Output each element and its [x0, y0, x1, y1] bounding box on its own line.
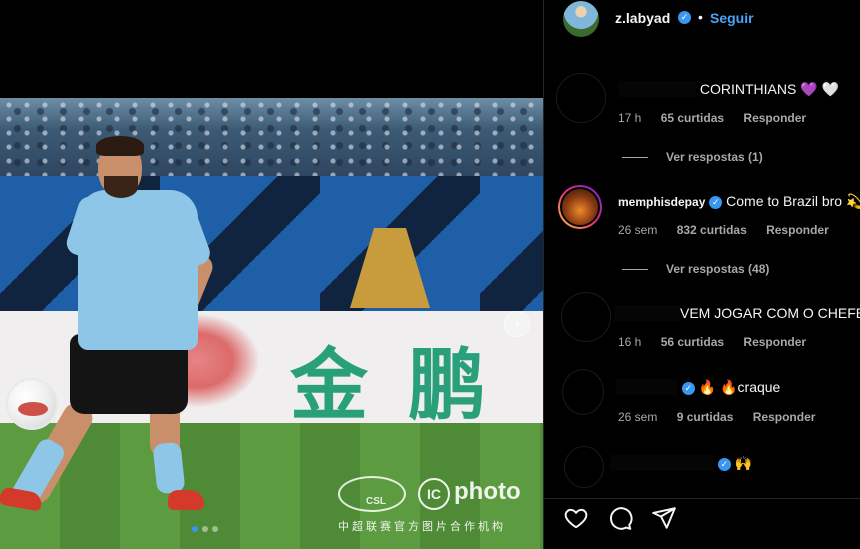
csl-logo: CSL: [338, 476, 406, 512]
watermark-photo-text: photo: [454, 478, 521, 505]
chevron-right-icon: ›: [514, 315, 520, 332]
reply-button[interactable]: Responder: [743, 111, 806, 125]
carousel-dot[interactable]: [202, 526, 208, 532]
paper-plane-icon[interactable]: [651, 505, 677, 531]
comment-likes[interactable]: 9 curtidas: [677, 410, 734, 424]
avatar[interactable]: [558, 185, 602, 229]
comment-text: 🙌: [734, 455, 753, 471]
comments-panel: z.labyad ✓ • Seguir CORINTHIANS 💜 🤍 17 h…: [543, 0, 860, 549]
view-replies-button[interactable]: Ver respostas (1): [622, 150, 763, 164]
verified-badge-icon: ✓: [717, 457, 731, 471]
watermark-caption: 中超联赛官方图片合作机构: [338, 521, 506, 533]
ic-logo: IC: [418, 478, 450, 510]
avatar[interactable]: [564, 446, 604, 488]
reply-button[interactable]: Responder: [743, 335, 806, 349]
comment-likes[interactable]: 65 curtidas: [661, 111, 724, 125]
comment-username[interactable]: memphisdepay: [618, 195, 705, 209]
carousel-dots: [192, 526, 218, 532]
redacted-username: [614, 305, 680, 321]
reply-button[interactable]: Responder: [766, 223, 829, 237]
redacted-username: [616, 379, 678, 395]
comment-time: 17 h: [618, 111, 642, 125]
comment-time: 16 h: [618, 335, 642, 349]
redacted-username: [618, 81, 696, 97]
comment-time: 26 sem: [618, 410, 658, 424]
follow-button[interactable]: Seguir: [710, 10, 754, 26]
verified-badge-icon: ✓: [709, 195, 723, 209]
redacted-username: [610, 455, 714, 471]
avatar[interactable]: [561, 292, 611, 342]
comment-text: VEM JOGAR COM O CHEFE: [680, 305, 860, 321]
post-media: 金鹏 CSL IC photo 中超联赛官方图片合作机构 ›: [0, 0, 543, 549]
carousel-dot[interactable]: [212, 526, 218, 532]
comment-icon[interactable]: [607, 505, 633, 531]
instagram-post-view: 金鹏 CSL IC photo 中超联赛官方图片合作机构 › z.labyad …: [0, 0, 860, 549]
post-actions: [544, 498, 860, 538]
post-header: z.labyad ✓ • Seguir: [544, 0, 860, 38]
avatar[interactable]: [563, 1, 599, 37]
football: [6, 378, 58, 430]
post-photo[interactable]: 金鹏 CSL IC photo 中超联赛官方图片合作机构: [0, 98, 543, 549]
comment-text: CORINTHIANS 💜 🤍: [696, 81, 839, 97]
photo-watermark: CSL IC photo 中超联赛官方图片合作机构: [338, 476, 538, 536]
comment-text: Come to Brazil bro 💫: [726, 193, 860, 209]
comment-likes[interactable]: 832 curtidas: [677, 223, 747, 237]
header-separator: •: [698, 9, 703, 25]
view-replies-button[interactable]: Ver respostas (48): [622, 262, 769, 276]
avatar[interactable]: [562, 369, 604, 415]
comment-likes[interactable]: 56 curtidas: [661, 335, 724, 349]
avatar[interactable]: [556, 73, 606, 123]
heart-icon[interactable]: [563, 505, 589, 531]
comment-time: 26 sem: [618, 223, 658, 237]
reply-button[interactable]: Responder: [753, 410, 816, 424]
verified-badge-icon: ✓: [678, 11, 691, 24]
carousel-next-button[interactable]: ›: [504, 311, 530, 337]
post-author-username[interactable]: z.labyad: [615, 10, 670, 26]
verified-badge-icon: ✓: [681, 381, 695, 395]
comment-text: 🔥 🔥craque: [698, 379, 781, 395]
carousel-dot[interactable]: [192, 526, 198, 532]
